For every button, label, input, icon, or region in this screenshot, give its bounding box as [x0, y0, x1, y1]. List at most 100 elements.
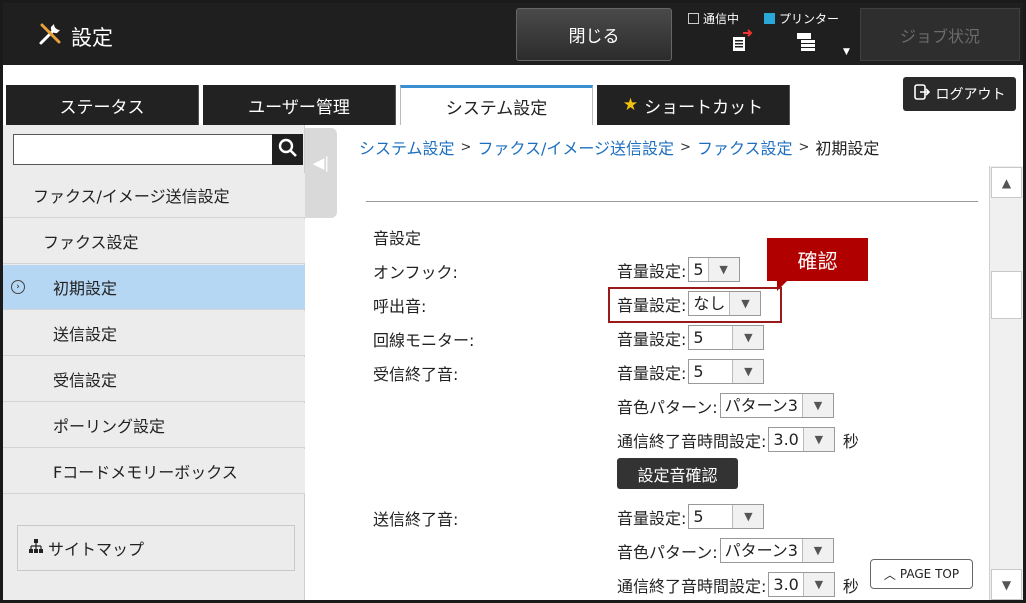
breadcrumb-system-settings[interactable]: システム設定 [359, 135, 455, 159]
onhook-label: オンフック: [373, 263, 458, 282]
breadcrumb-separator: > [680, 139, 691, 155]
current-marker-icon: › [11, 280, 25, 294]
comm-indicator [688, 13, 699, 24]
seconds-unit: 秒 [842, 576, 859, 596]
chevron-down-icon: ▼ [733, 505, 764, 528]
breadcrumb-separator: > [460, 139, 472, 155]
tab-user-management[interactable]: ユーザー管理 [203, 85, 396, 125]
select-value: なし [689, 292, 731, 315]
rx-pattern-select[interactable]: パターン3 ▼ [719, 393, 834, 418]
line-monitor-label: 回線モニター: [373, 331, 475, 350]
tx-volume-control: 音量設定: 5 ▼ [617, 504, 765, 529]
breadcrumb: システム設定 > ファクス/イメージ送信設定 > ファクス設定 > 初期設定 [359, 135, 879, 159]
ring-volume-control: 音量設定: なし ▼ [617, 291, 762, 316]
tab-bar: ステータス ユーザー管理 システム設定 ★ ショートカット ログアウト [3, 65, 1023, 125]
search-input[interactable] [13, 134, 273, 165]
select-value: パターン3 [721, 539, 803, 562]
pattern-label: 音色パターン: [617, 397, 718, 417]
volume-label: 音量設定: [617, 508, 687, 528]
tab-shortcut[interactable]: ★ ショートカット [597, 85, 790, 125]
sidebar-item-initial-settings[interactable]: › 初期設定 [3, 265, 305, 310]
rx-end-label: 受信終了音: [373, 365, 459, 384]
sidebar-item-receive-settings[interactable]: 受信設定 [3, 357, 305, 402]
top-header: 設定 閉じる 通信中 プリンター ▼ ジョブ状況 [3, 3, 1023, 65]
close-button[interactable]: 閉じる [516, 8, 672, 61]
breadcrumb-fax-image-send[interactable]: ファクス/イメージ送信設定 [477, 135, 674, 159]
line-monitor-volume-select[interactable]: 5 ▼ [688, 325, 765, 350]
tx-pattern-control: 音色パターン: パターン3 ▼ [617, 538, 834, 563]
duration-label: 通信終了音時間設定: [617, 431, 767, 451]
volume-label: 音量設定: [617, 261, 687, 281]
sidebar-collapse-button[interactable]: ◀| [305, 128, 337, 218]
select-value: 5 [689, 505, 734, 528]
search-icon [278, 138, 298, 162]
volume-label: 音量設定: [617, 363, 687, 383]
breadcrumb-fax-settings[interactable]: ファクス設定 [697, 135, 793, 159]
chevron-down-icon: ▼ [733, 360, 764, 383]
chevron-down-icon: ▼ [733, 326, 764, 349]
fax-job-icon[interactable] [731, 29, 753, 56]
sidebar-item-fax-image-send[interactable]: ファクス/イメージ送信設定 [3, 173, 305, 218]
sidebar-item-label: 初期設定 [53, 279, 118, 298]
vertical-scrollbar[interactable]: ▲ ▼ [989, 166, 1023, 600]
breadcrumb-separator: > [798, 139, 810, 155]
rx-pattern-control: 音色パターン: パターン3 ▼ [617, 393, 834, 418]
sidebar-item-polling-settings[interactable]: ポーリング設定 [3, 403, 305, 448]
comm-label: 通信中 [703, 12, 740, 26]
dropdown-arrow-icon[interactable]: ▼ [843, 47, 850, 57]
app-title: 設定 [37, 21, 113, 52]
volume-label: 音量設定: [617, 295, 687, 315]
app-title-text: 設定 [71, 25, 113, 50]
scroll-up-button[interactable]: ▲ [991, 167, 1022, 198]
page-top-button[interactable]: ︿ PAGE TOP [870, 559, 973, 589]
chevron-down-icon: ▼ [803, 428, 834, 451]
printer-status: プリンター [764, 10, 839, 27]
sound-test-button[interactable]: 設定音確認 [617, 458, 738, 489]
job-status-button[interactable]: ジョブ状況 [860, 8, 1020, 61]
rx-volume-select[interactable]: 5 ▼ [688, 359, 765, 384]
duration-label: 通信終了音時間設定: [617, 576, 767, 596]
sidebar-item-fcode-memory-box[interactable]: Fコードメモリーボックス [3, 449, 305, 494]
chevron-up-icon: ︿ [883, 567, 896, 582]
sidebar-item-send-settings[interactable]: 送信設定 [3, 311, 305, 356]
pattern-label: 音色パターン: [617, 542, 718, 562]
tx-end-label: 送信終了音: [373, 510, 459, 529]
scroll-up-icon: ▲ [1001, 175, 1012, 190]
tx-duration-control: 通信終了音時間設定: 3.0 ▼ 秒 [617, 572, 859, 597]
tab-status[interactable]: ステータス [6, 85, 199, 125]
tx-pattern-select[interactable]: パターン3 ▼ [719, 538, 834, 563]
scroll-down-button[interactable]: ▼ [991, 569, 1022, 600]
page-top-label: PAGE TOP [899, 567, 960, 581]
tx-volume-select[interactable]: 5 ▼ [688, 504, 765, 529]
chevron-down-icon: ▼ [802, 394, 833, 417]
scrollbar-thumb[interactable] [991, 271, 1022, 319]
select-value: 5 [689, 258, 709, 281]
settings-content: 音設定 オンフック: 音量設定: 5 ▼ 確認 呼出音: 音量設定: なし ▼ 回線… [366, 201, 978, 600]
print-job-icon[interactable] [795, 31, 819, 56]
chevron-down-icon: ▼ [803, 573, 834, 596]
confirm-callout: 確認 [767, 238, 868, 291]
device-status: 通信中 プリンター ▼ [683, 7, 853, 61]
rx-volume-control: 音量設定: 5 ▼ [617, 359, 765, 384]
rx-duration-control: 通信終了音時間設定: 3.0 ▼ 秒 [617, 427, 859, 452]
sidebar: ファクス/イメージ送信設定 ファクス設定 › 初期設定 送信設定 受信設定 ポー… [3, 125, 305, 600]
sidebar-item-fax-settings[interactable]: ファクス設定 [3, 219, 305, 264]
select-value: 3.0 [769, 573, 804, 596]
ring-volume-select[interactable]: なし ▼ [688, 291, 762, 316]
scroll-down-icon: ▼ [1001, 577, 1012, 592]
logout-button[interactable]: ログアウト [903, 77, 1016, 111]
printer-indicator [764, 13, 775, 24]
tx-duration-select[interactable]: 3.0 ▼ [768, 572, 835, 597]
tools-icon [37, 21, 63, 52]
printer-label: プリンター [779, 12, 840, 26]
sitemap-icon [28, 538, 44, 558]
star-icon: ★ [622, 95, 639, 115]
tab-system-settings[interactable]: システム設定 [400, 85, 593, 125]
collapse-left-icon: ◀| [312, 154, 330, 172]
onhook-volume-select[interactable]: 5 ▼ [688, 257, 740, 282]
search-button[interactable] [272, 134, 303, 165]
rx-duration-select[interactable]: 3.0 ▼ [768, 427, 835, 452]
select-value: パターン3 [721, 394, 803, 417]
sitemap-button[interactable]: サイトマップ [17, 525, 295, 571]
ring-label: 呼出音: [373, 297, 427, 316]
